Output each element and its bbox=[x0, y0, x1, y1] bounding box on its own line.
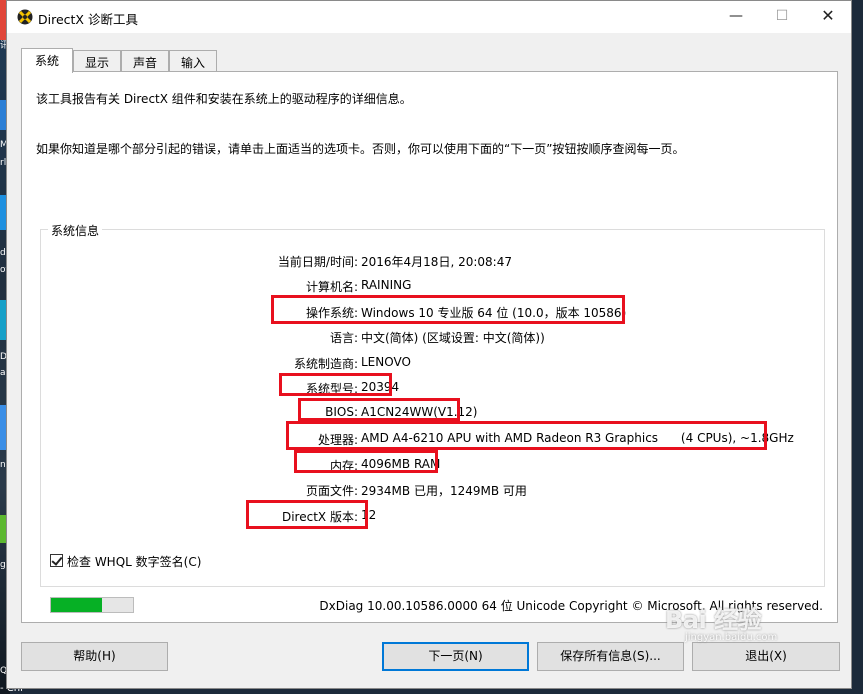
info-value: 2016年4月18日, 20:08:47 bbox=[361, 255, 512, 269]
info-label: 当前日期/时间: bbox=[277, 255, 358, 269]
next-page-button[interactable]: 下一页(N) bbox=[382, 642, 529, 671]
info-label: 语言: bbox=[329, 331, 358, 345]
minimize-button[interactable]: — bbox=[713, 1, 759, 33]
highlight-box-processor bbox=[286, 421, 767, 450]
highlight-box-os bbox=[271, 295, 625, 324]
highlight-box-bios bbox=[298, 398, 460, 421]
info-row-directx-version: DirectX 版本: 12 bbox=[41, 508, 821, 526]
tab-input[interactable]: 输入 bbox=[169, 50, 217, 71]
whql-checkbox-label[interactable]: 检查 WHQL 数字签名(C) bbox=[67, 553, 201, 570]
window-title: DirectX 诊断工具 bbox=[38, 12, 138, 27]
info-row-datetime: 当前日期/时间: 2016年4月18日, 20:08:47 bbox=[41, 253, 821, 271]
info-row-manufacturer: 系统制造商: LENOVO bbox=[41, 355, 821, 373]
info-row-computer-name: 计算机名: RAINING bbox=[41, 278, 821, 296]
info-label: 系统制造商: bbox=[293, 357, 358, 371]
progress-fill bbox=[51, 598, 102, 612]
info-value: RAINING bbox=[361, 278, 412, 292]
whql-checkbox[interactable] bbox=[50, 554, 63, 567]
highlight-box-memory bbox=[294, 450, 438, 473]
info-label: 页面文件: bbox=[305, 484, 358, 498]
watermark-brand: Bai 经验 bbox=[665, 606, 762, 634]
maximize-button[interactable]: ☐ bbox=[759, 1, 805, 33]
progress-bar bbox=[50, 597, 134, 613]
watermark-url: jingyan.baidu.com bbox=[685, 632, 778, 643]
group-label: 系统信息 bbox=[48, 222, 103, 239]
directx-icon bbox=[17, 9, 33, 25]
system-tab-panel: 该工具报告有关 DirectX 组件和安装在系统上的驱动程序的详细信息。 如果你… bbox=[21, 71, 838, 623]
save-all-info-button[interactable]: 保存所有信息(S)... bbox=[537, 642, 684, 671]
tab-sound[interactable]: 声音 bbox=[121, 50, 169, 71]
tab-display[interactable]: 显示 bbox=[73, 50, 121, 71]
tab-system[interactable]: 系统 bbox=[21, 48, 73, 73]
highlight-box-directx bbox=[246, 500, 368, 529]
system-info-group: 系统信息 当前日期/时间: 2016年4月18日, 20:08:47 计算机名:… bbox=[40, 222, 825, 587]
title-bar[interactable]: DirectX 诊断工具 — ☐ ✕ bbox=[7, 1, 851, 33]
info-label: 计算机名: bbox=[305, 280, 358, 294]
highlight-box-model bbox=[279, 373, 392, 396]
info-value: 2934MB 已用，1249MB 可用 bbox=[361, 484, 527, 498]
info-row-page-file: 页面文件: 2934MB 已用，1249MB 可用 bbox=[41, 482, 821, 500]
info-row-language: 语言: 中文(简体) (区域设置: 中文(简体)) bbox=[41, 329, 821, 347]
help-button[interactable]: 帮助(H) bbox=[21, 642, 168, 671]
baidu-jingyan-watermark: Bai 经验 jingyan.baidu.com bbox=[665, 600, 777, 643]
info-value: LENOVO bbox=[361, 355, 411, 369]
instruction-text: 如果你知道是哪个部分引起的错误，请单击上面适当的选项卡。否则，你可以使用下面的“… bbox=[36, 142, 685, 156]
info-value: 中文(简体) (区域设置: 中文(简体)) bbox=[361, 331, 545, 345]
info-row-model: 系统型号: 20394 bbox=[41, 380, 821, 398]
dxdiag-window: DirectX 诊断工具 — ☐ ✕ 系统 显示 声音 输入 该工具报告有关 D… bbox=[6, 0, 852, 689]
exit-button[interactable]: 退出(X) bbox=[692, 642, 840, 671]
close-button[interactable]: ✕ bbox=[805, 1, 851, 33]
intro-text: 该工具报告有关 DirectX 组件和安装在系统上的驱动程序的详细信息。 bbox=[36, 92, 412, 106]
